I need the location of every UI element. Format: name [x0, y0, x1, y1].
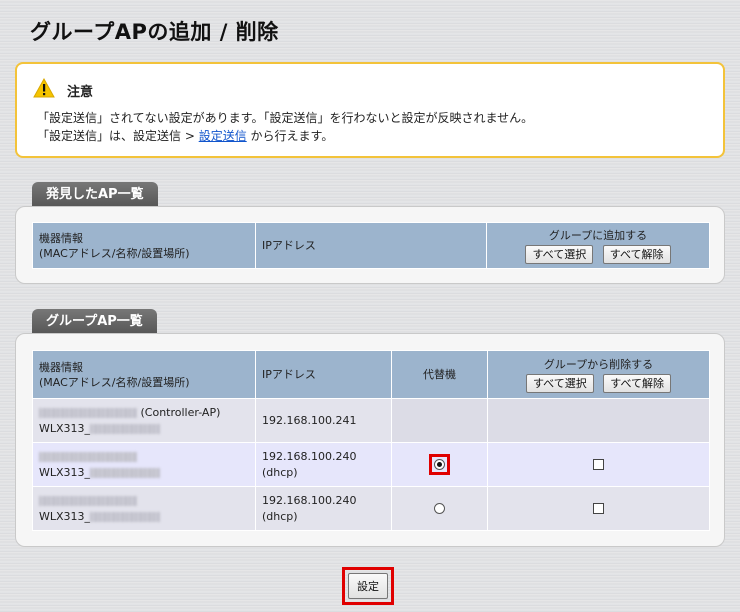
notice-box: 注意 「設定送信」されてない設定があります。「設定送信」を行わないと設定が反映さ…: [15, 62, 725, 158]
redacted-serial: [90, 467, 161, 478]
redacted-serial: [90, 511, 161, 522]
discovered-add-header: グループに追加する すべて選択 すべて解除: [486, 222, 710, 269]
discovered-device-header: 機器情報 (MACアドレス/名称/設置場所): [32, 222, 256, 269]
device-name: WLX313_: [39, 509, 91, 523]
discovered-select-all-button[interactable]: すべて選択: [525, 244, 594, 264]
ip-cell: 192.168.100.240 (dhcp): [255, 442, 392, 487]
group-ap-table: 機器情報 (MACアドレス/名称/設置場所) IPアドレス 代替機 グループから…: [32, 350, 710, 531]
ip-note: (dhcp): [262, 465, 298, 479]
highlight-box: [429, 454, 450, 475]
group-deselect-all-button[interactable]: すべて解除: [603, 373, 672, 393]
notice-line-2: 「設定送信」は、設定送信 > 設定送信 から行えます。: [37, 127, 333, 144]
substitute-cell: [391, 442, 488, 487]
notice-line-1: 「設定送信」されてない設定があります。「設定送信」を行わないと設定が反映されませ…: [37, 111, 534, 125]
device-name: WLX313_: [39, 421, 91, 435]
remove-cell: [487, 486, 710, 531]
page-title: グループAPの追加 / 削除: [30, 20, 279, 44]
remove-cell: [487, 442, 710, 487]
device-header-line-2: (MACアドレス/名称/設置場所): [39, 246, 190, 260]
redacted-mac: [39, 451, 137, 462]
ip-address: 192.168.100.241: [262, 413, 357, 427]
substitute-cell: [391, 486, 488, 531]
redacted-mac: [39, 495, 137, 506]
device-info-cell: (Controller-AP) WLX313_: [32, 398, 256, 443]
save-button[interactable]: 設定: [348, 573, 388, 599]
send-settings-link[interactable]: 設定送信: [199, 129, 247, 143]
table-row: (Controller-AP) WLX313_ 192.168.100.241: [32, 398, 710, 443]
ip-address: 192.168.100.240: [262, 493, 357, 507]
substitute-cell: [391, 398, 488, 443]
group-device-header: 機器情報 (MACアドレス/名称/設置場所): [32, 350, 256, 399]
ip-note: (dhcp): [262, 509, 298, 523]
warning-icon: [33, 78, 55, 98]
discovered-ap-table: 機器情報 (MACアドレス/名称/設置場所) IPアドレス グループに追加する …: [32, 222, 710, 269]
device-info-cell: WLX313_: [32, 442, 256, 487]
device-header-line-2: (MACアドレス/名称/設置場所): [39, 375, 190, 389]
remove-checkbox[interactable]: [593, 459, 604, 470]
discovered-ip-header: IPアドレス: [255, 222, 487, 269]
group-select-all-button[interactable]: すべて選択: [525, 373, 594, 393]
redacted-serial: [90, 423, 161, 434]
ip-address: 192.168.100.240: [262, 449, 357, 463]
table-row: WLX313_ 192.168.100.240 (dhcp): [32, 486, 710, 531]
remove-checkbox[interactable]: [593, 503, 604, 514]
device-info-cell: WLX313_: [32, 486, 256, 531]
notice-line-2-suffix: から行えます。: [246, 129, 334, 143]
notice-line-2-prefix: 「設定送信」は、設定送信 >: [37, 129, 199, 143]
device-header-line-1: 機器情報: [39, 231, 83, 245]
group-substitute-header: 代替機: [391, 350, 488, 399]
table-row: WLX313_ 192.168.100.240 (dhcp): [32, 442, 710, 487]
substitute-radio[interactable]: [434, 459, 445, 470]
save-highlight-box: 設定: [342, 567, 394, 605]
discovered-ap-tab: 発見したAP一覧: [32, 182, 158, 208]
device-header-line-1: 機器情報: [39, 360, 83, 374]
substitute-radio[interactable]: [434, 503, 445, 514]
remove-header-label: グループから削除する: [543, 357, 654, 371]
device-role: (Controller-AP): [140, 405, 221, 419]
group-ap-tab: グループAP一覧: [32, 309, 157, 335]
device-name: WLX313_: [39, 465, 91, 479]
group-remove-header: グループから削除する すべて選択 すべて解除: [487, 350, 710, 399]
discovered-ap-panel: 機器情報 (MACアドレス/名称/設置場所) IPアドレス グループに追加する …: [15, 206, 725, 284]
remove-cell: [487, 398, 710, 443]
notice-title: 注意: [67, 85, 94, 100]
redacted-mac: [39, 407, 137, 418]
ip-cell: 192.168.100.240 (dhcp): [255, 486, 392, 531]
group-ip-header: IPアドレス: [255, 350, 392, 399]
group-ap-panel: 機器情報 (MACアドレス/名称/設置場所) IPアドレス 代替機 グループから…: [15, 333, 725, 547]
discovered-deselect-all-button[interactable]: すべて解除: [602, 244, 671, 264]
ip-cell: 192.168.100.241: [255, 398, 392, 443]
add-header-label: グループに追加する: [548, 228, 648, 242]
